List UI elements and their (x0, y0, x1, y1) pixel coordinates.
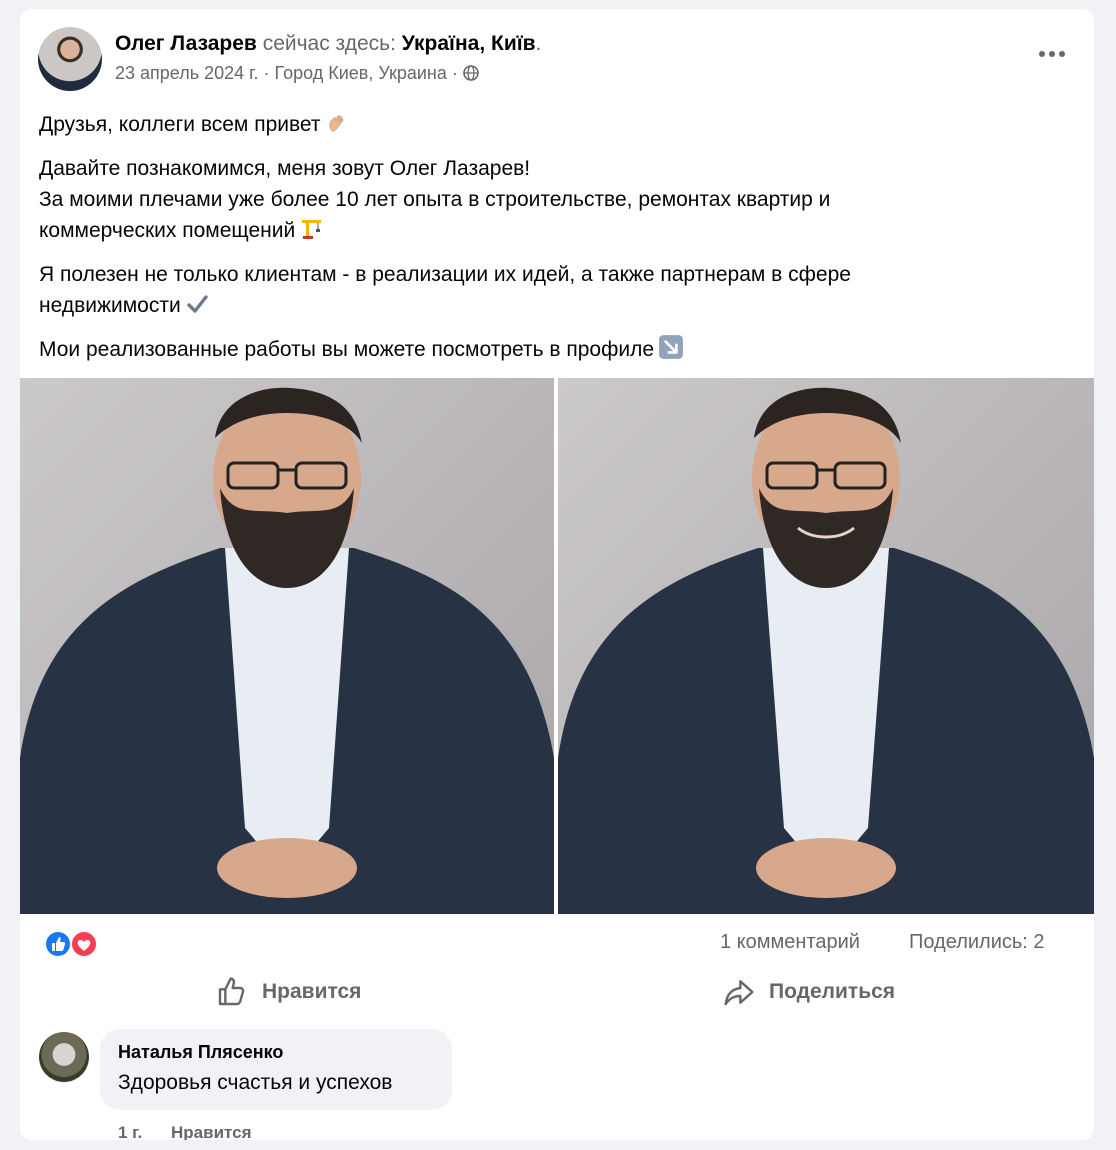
greeting-text: Друзья, коллеги всем привет (39, 113, 321, 136)
like-label: Нравится (262, 980, 362, 1003)
meta-separator-2: · (451, 63, 458, 83)
value-line-2: недвижимости (39, 294, 181, 317)
paragraph-value: Я полезен не только клиентам - в реализа… (39, 259, 1069, 321)
paragraph-profile: Мои реализованные работы вы можете посмо… (39, 334, 1069, 365)
comment: Наталья Плясенко Здоровья счастья и успе… (20, 1027, 1094, 1140)
paragraph-greeting: Друзья, коллеги всем привет (39, 109, 1069, 140)
more-options-icon[interactable] (1036, 47, 1068, 61)
photo-portrait-smiling[interactable] (558, 378, 1094, 914)
meta-separator-1: · (263, 63, 270, 83)
post-meta: 23 апрель 2024 г. · Город Киев, Украина … (115, 63, 479, 84)
commenter-name[interactable]: Наталья Плясенко (118, 1042, 283, 1063)
share-button[interactable]: Поделиться (723, 969, 895, 1015)
intro-line-1: Давайте познакомимся, меня зовут Олег Ла… (39, 157, 531, 180)
comments-count[interactable]: 1 комментарий (720, 931, 860, 954)
portrait-illustration-2 (558, 387, 1094, 914)
post-header: Олег Лазарев сейчас здесь: Україна, Київ… (20, 9, 1094, 99)
portrait-illustration-1 (20, 387, 554, 914)
paragraph-intro: Давайте познакомимся, меня зовут Олег Ла… (39, 153, 1069, 246)
comment-bubble: Наталья Плясенко Здоровья счастья и успе… (100, 1029, 452, 1110)
comment-text: Здоровья счастья и успехов (118, 1071, 393, 1094)
author-line: Олег Лазарев сейчас здесь: Україна, Київ… (115, 31, 541, 57)
arrow-down-right-icon (659, 335, 683, 359)
intro-line-3: коммерческих помещений (39, 219, 296, 242)
construction-crane-icon (302, 220, 322, 239)
share-arrow-icon (724, 980, 754, 1006)
post-date[interactable]: 23 апрель 2024 г. (115, 63, 259, 83)
photo-portrait-neutral[interactable] (20, 378, 554, 914)
value-line-1: Я полезен не только клиентам - в реализа… (39, 263, 851, 286)
post-text: Друзья, коллеги всем привет Давайте позн… (39, 109, 1069, 378)
comment-age[interactable]: 1 г. (118, 1123, 142, 1140)
shares-count[interactable]: Поделились: 2 (909, 931, 1045, 954)
post-actions: Нравится Поделиться (20, 969, 1094, 1015)
author-name[interactable]: Олег Лазарев (115, 32, 257, 55)
author-avatar[interactable] (38, 27, 102, 91)
like-button[interactable]: Нравится (216, 969, 361, 1015)
comment-like-button[interactable]: Нравится (171, 1123, 252, 1140)
profile-text: Мои реализованные работы вы можете посмо… (39, 338, 655, 361)
reactions-summary[interactable] (42, 930, 102, 958)
checkin-place[interactable]: Україна, Київ (402, 32, 536, 55)
globe-icon[interactable] (463, 65, 479, 81)
intro-line-2: За моими плечами уже более 10 лет опыта … (39, 188, 831, 211)
waving-hand-icon (328, 115, 343, 132)
photo-grid (20, 378, 1094, 914)
checkin-suffix: . (535, 32, 542, 55)
post-stats: 1 комментарий Поделились: 2 (20, 925, 1094, 961)
commenter-avatar[interactable] (39, 1032, 89, 1082)
checkin-prefix: сейчас здесь: (262, 32, 396, 55)
post-location[interactable]: Город Киев, Украина (275, 63, 447, 83)
post-card: Олег Лазарев сейчас здесь: Україна, Київ… (20, 9, 1094, 1140)
share-label: Поделиться (769, 980, 896, 1003)
check-mark-icon (187, 295, 208, 313)
thumbs-up-icon (218, 977, 245, 1006)
